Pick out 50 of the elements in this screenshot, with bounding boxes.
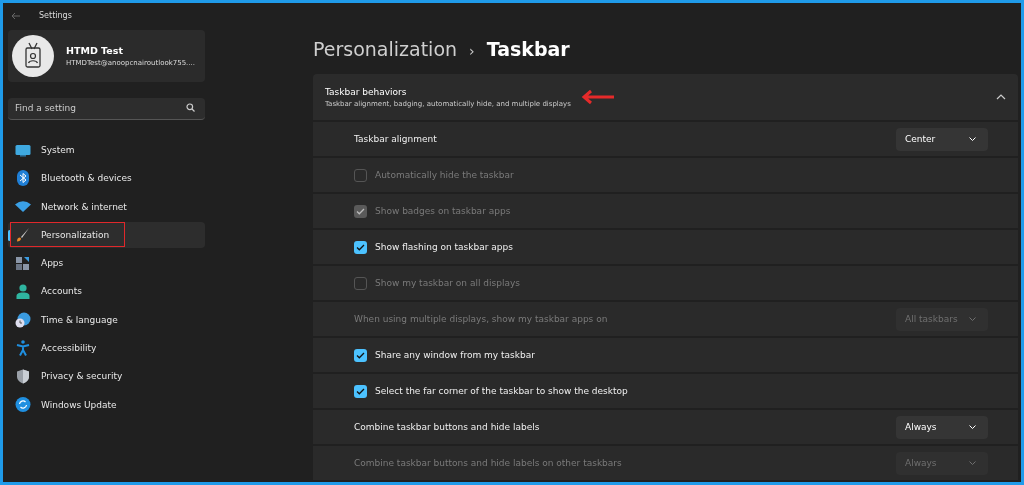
section-title: Taskbar behaviors bbox=[325, 86, 408, 97]
caret-icon bbox=[969, 461, 976, 465]
setting-label: Combine taskbar buttons and hide labels on other taskbars bbox=[354, 458, 622, 468]
sidebar-item[interactable]: Privacy & security bbox=[8, 363, 205, 390]
breadcrumb-separator: › bbox=[469, 43, 475, 59]
sidebar-item[interactable]: System bbox=[8, 137, 205, 163]
dropdown[interactable]: Center bbox=[896, 127, 988, 151]
accessibility-figure-icon bbox=[15, 340, 31, 357]
sidebar-item[interactable]: Personalization bbox=[8, 221, 205, 248]
sidebar-item[interactable]: Bluetooth & devices bbox=[8, 165, 205, 192]
wifi-icon bbox=[15, 201, 31, 213]
checkbox[interactable] bbox=[354, 348, 367, 362]
avatar-icon bbox=[12, 35, 54, 77]
checkbox[interactable] bbox=[354, 240, 367, 254]
setting-label: Taskbar alignment bbox=[354, 134, 437, 144]
setting-label: Combine taskbar buttons and hide labels bbox=[354, 422, 540, 432]
sidebar-item[interactable]: Apps bbox=[8, 250, 205, 277]
checkbox-label: Automatically hide the taskbar bbox=[375, 170, 514, 180]
chevron-icon[interactable] bbox=[996, 94, 1006, 100]
annotation-arrow bbox=[580, 89, 615, 105]
bluetooth-icon bbox=[15, 170, 31, 187]
back-arrow-icon[interactable] bbox=[11, 11, 21, 20]
caret-icon bbox=[969, 425, 976, 429]
apps-icon bbox=[15, 256, 31, 271]
checkbox-label: Show badges on taskbar apps bbox=[375, 206, 511, 216]
sidebar-item[interactable]: Time & language bbox=[8, 306, 205, 333]
sync-icon bbox=[15, 397, 31, 413]
caret-icon bbox=[969, 137, 976, 141]
window-title: Settings bbox=[39, 11, 72, 20]
profile-name: HTMD Test bbox=[66, 45, 124, 56]
search-icon bbox=[186, 103, 195, 112]
sidebar-item[interactable]: Windows Update bbox=[8, 391, 205, 418]
caret-icon bbox=[969, 317, 976, 321]
dropdown[interactable]: Always bbox=[896, 415, 988, 439]
checkbox-label: Show my taskbar on all displays bbox=[375, 278, 520, 288]
sidebar-item[interactable]: Accounts bbox=[8, 278, 205, 305]
monitor-icon bbox=[15, 143, 31, 157]
person-icon bbox=[15, 284, 31, 299]
checkbox-label: Share any window from my taskbar bbox=[375, 350, 535, 360]
page-title: Taskbar bbox=[486, 38, 570, 60]
checkbox-label: Select the far corner of the taskbar to show the desktop bbox=[375, 386, 628, 396]
search-field[interactable]: Find a setting bbox=[8, 97, 205, 120]
setting-label: When using multiple displays, show my taskbar apps on bbox=[354, 314, 608, 324]
checkbox[interactable] bbox=[354, 384, 367, 398]
sidebar-item[interactable]: Network & internet bbox=[8, 193, 205, 220]
breadcrumb-parent[interactable]: Personalization bbox=[313, 38, 458, 60]
checkbox-label: Show flashing on taskbar apps bbox=[375, 242, 513, 252]
globe-clock-icon bbox=[15, 311, 31, 328]
shield-icon bbox=[15, 368, 31, 384]
sidebar-item[interactable]: Accessibility bbox=[8, 335, 205, 362]
